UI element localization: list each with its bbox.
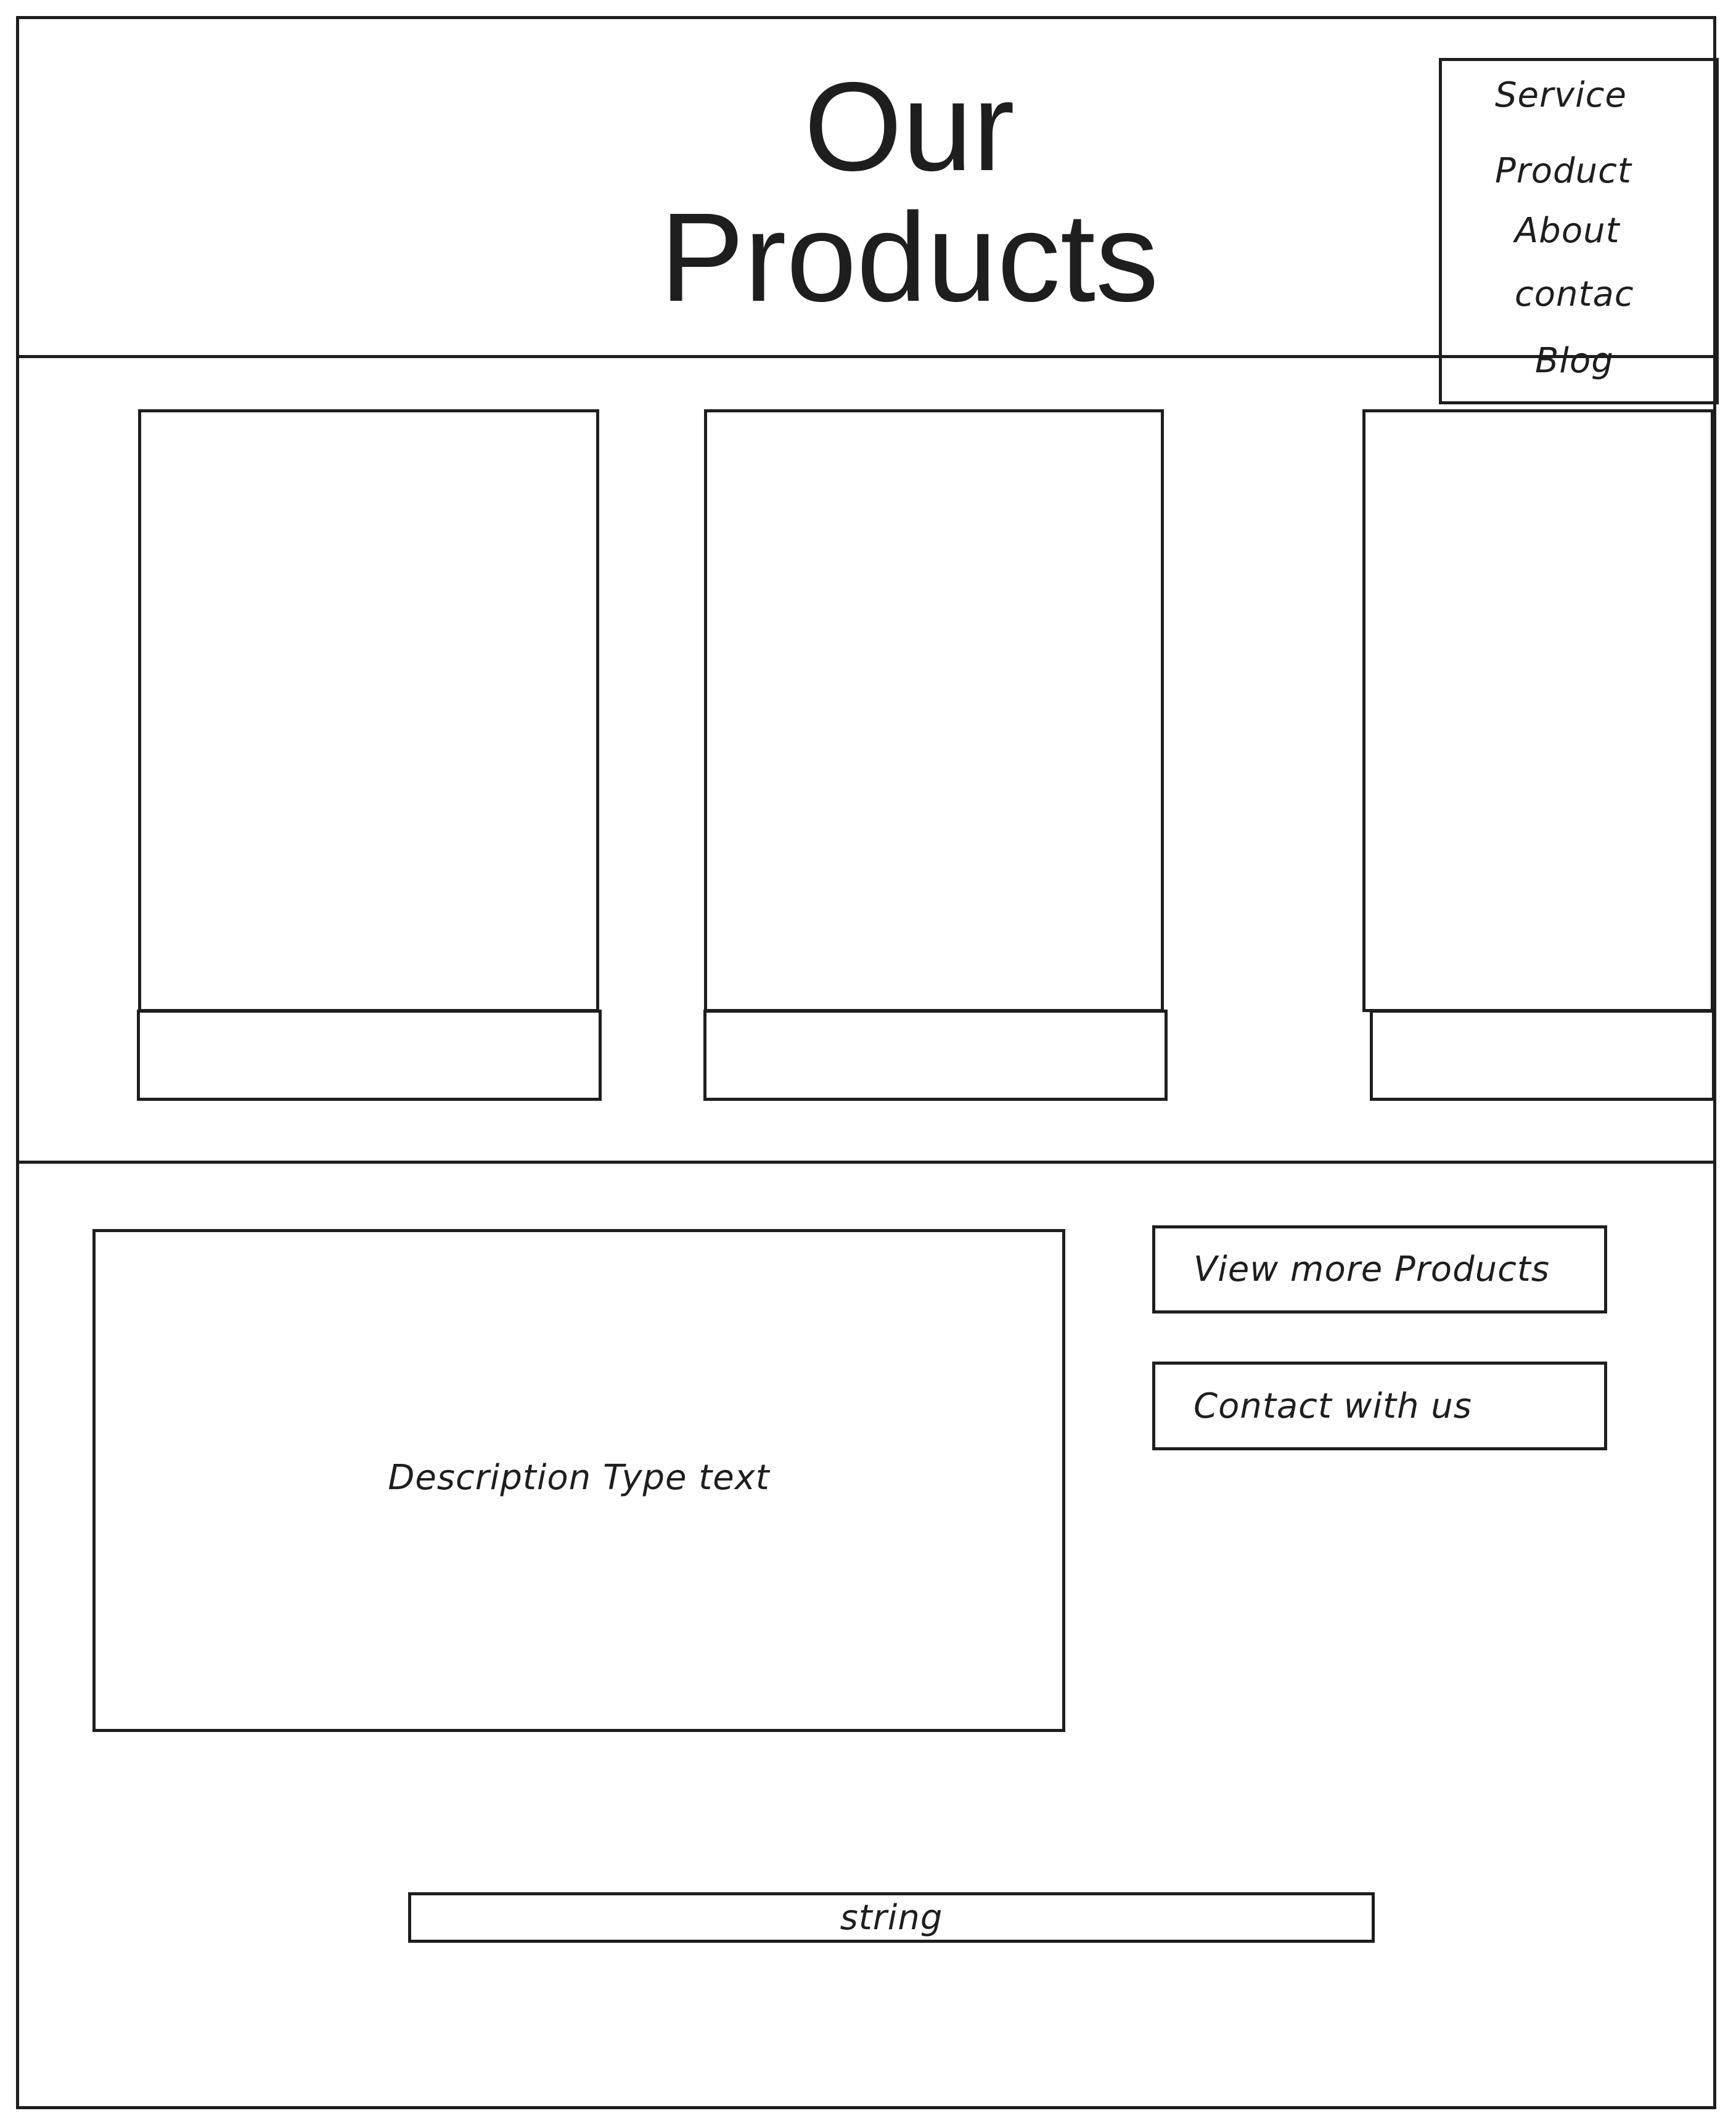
nav-item-product[interactable]: Product	[1495, 151, 1632, 191]
product-image	[138, 409, 599, 1012]
product-image	[704, 409, 1164, 1012]
nav-item-about[interactable]: About	[1515, 211, 1620, 251]
contact-with-us-button[interactable]: Contact with us	[1152, 1362, 1607, 1450]
description-text: Description Type text	[388, 1457, 770, 1498]
page-title-line-2: Products	[660, 187, 1159, 328]
contact-with-us-label: Contact with us	[1194, 1386, 1472, 1426]
product-caption	[137, 1010, 602, 1101]
view-more-products-label: View more Products	[1194, 1249, 1550, 1289]
page-title: Our Products	[616, 62, 1202, 323]
view-more-products-button[interactable]: View more Products	[1152, 1225, 1607, 1313]
product-caption	[703, 1010, 1168, 1101]
product-image	[1362, 409, 1714, 1012]
nav-item-contact[interactable]: contac	[1515, 274, 1634, 314]
footer-string-label: string	[840, 1897, 943, 1938]
page-title-line-1: Our	[804, 56, 1015, 197]
footer-string-field[interactable]: string	[408, 1892, 1375, 1943]
product-caption	[1370, 1010, 1715, 1101]
nav-item-service[interactable]: Service	[1495, 75, 1627, 115]
description-box: Description Type text	[92, 1229, 1065, 1732]
